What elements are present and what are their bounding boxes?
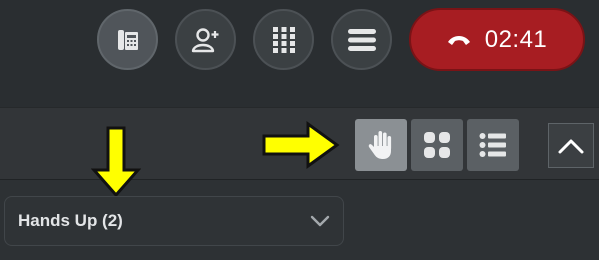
chevron-down-icon: [310, 215, 330, 227]
hands-up-dropdown[interactable]: Hands Up (2): [4, 196, 344, 246]
hamburger-menu-icon: [347, 28, 376, 51]
add-person-icon: [191, 27, 218, 52]
dropdown-label: Hands Up (2): [18, 211, 123, 230]
list-icon: [479, 133, 506, 157]
add-participant-button[interactable]: [175, 9, 236, 70]
down-arrow-annotation: [91, 126, 141, 198]
grid-icon: [424, 132, 450, 158]
desk-phone-icon: [117, 29, 138, 50]
call-timer: 02:41: [484, 25, 548, 53]
list-view-button[interactable]: [467, 119, 519, 171]
raised-hand-icon: [368, 131, 392, 159]
right-arrow-annotation: [262, 121, 340, 169]
grid-view-button[interactable]: [411, 119, 463, 171]
chevron-up-icon: [558, 139, 584, 153]
hang-up-button[interactable]: 02:41: [409, 8, 585, 71]
hang-up-icon: [447, 35, 470, 45]
keypad-grid-icon: [272, 26, 295, 53]
collapse-button[interactable]: [548, 123, 594, 168]
keypad-button[interactable]: [253, 9, 314, 70]
hands-up-view-button[interactable]: [355, 119, 407, 171]
desk-phone-button[interactable]: [97, 9, 158, 70]
menu-button[interactable]: [331, 9, 392, 70]
